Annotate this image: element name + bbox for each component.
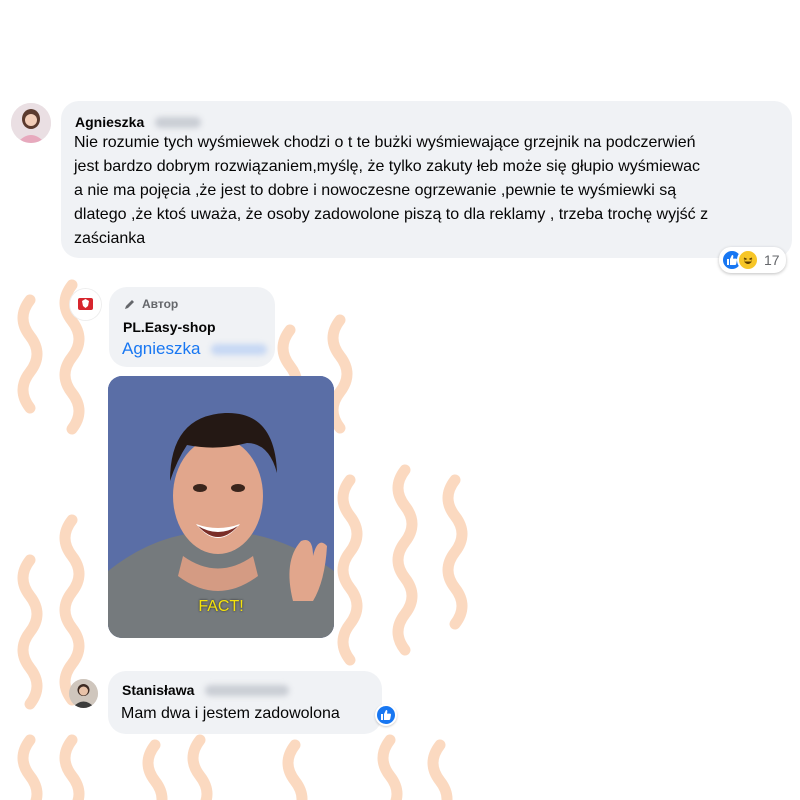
like-icon xyxy=(381,710,392,720)
mention-link[interactable]: Agnieszka xyxy=(122,339,200,358)
haha-icon xyxy=(737,249,759,271)
reaction-count: 17 xyxy=(764,252,780,268)
person-photo-icon xyxy=(69,679,98,708)
blurred-surname xyxy=(210,344,267,356)
reply-gif[interactable]: FACT! xyxy=(108,376,334,638)
comment-bubble-stanislawa: Stanisława Mam dwa i jestem zadowolona xyxy=(108,671,382,734)
person-photo-icon xyxy=(11,103,51,143)
gif-caption: FACT! xyxy=(198,598,244,615)
author-badge-label: Автор xyxy=(142,297,179,311)
comment-text: Nie rozumie tych wyśmiewek chodzi o t te… xyxy=(74,134,709,247)
blurred-surname xyxy=(204,685,289,697)
blurred-surname xyxy=(154,117,201,129)
avatar-agnieszka[interactable] xyxy=(11,103,51,143)
avatar-easy-shop[interactable] xyxy=(70,289,101,320)
comment-bubble-agnieszka: Agnieszka Nie rozumie tych wyśmiewek cho… xyxy=(61,101,792,258)
author-name[interactable]: Stanisława xyxy=(122,682,194,698)
author-name[interactable]: Agnieszka xyxy=(75,114,144,130)
like-reaction-icon[interactable] xyxy=(375,704,397,726)
reply-author-name[interactable]: PL.Easy-shop xyxy=(123,319,216,335)
comment-author[interactable]: Stanisława xyxy=(122,682,289,700)
reaction-summary[interactable]: 17 xyxy=(719,247,786,273)
pen-icon xyxy=(125,300,134,309)
reply-mention[interactable]: Agnieszka xyxy=(122,339,267,359)
comment-author[interactable]: Agnieszka xyxy=(75,114,201,132)
comment-text: Mam dwa i jestem zadowolona xyxy=(121,705,340,722)
reply-bubble-easy-shop: Автор PL.Easy-shop Agnieszka xyxy=(109,287,275,367)
avatar-stanislawa[interactable] xyxy=(69,679,98,708)
author-badge: Автор xyxy=(123,297,178,311)
polish-eagle-logo-icon xyxy=(70,289,101,320)
